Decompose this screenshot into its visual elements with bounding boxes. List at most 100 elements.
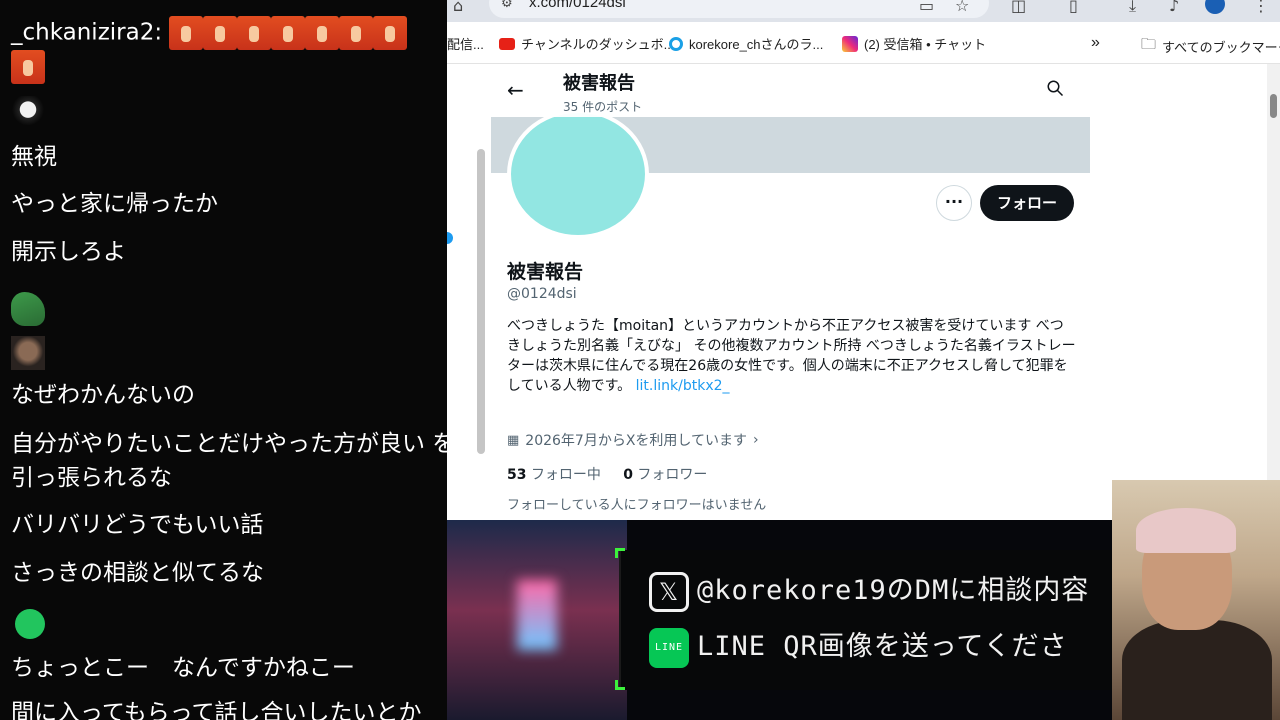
promo-text: @korekore19のDMに相談内容 <box>697 575 1090 606</box>
calendar-icon: ▦ <box>507 432 520 448</box>
bookmark-label: korekore_chさんのラ... <box>689 37 824 52</box>
back-arrow-icon[interactable]: ← <box>507 78 524 102</box>
chat-message: バリバリどうでもいい話 <box>11 512 264 538</box>
following-count: 53 <box>507 467 527 483</box>
bookmark-item[interactable]: 🗀 すべてのブックマーク <box>1141 34 1280 59</box>
avatar[interactable] <box>507 109 649 239</box>
streamer-body <box>1122 620 1272 720</box>
promo-line-line: LINE LINE QR画像を送ってくださ <box>649 624 1068 668</box>
chat-message: ちょっとこー なんですかねこー <box>11 655 355 681</box>
profile-handle: @0124dsi <box>507 286 577 302</box>
bio-text: べつきしょうた【moitan】というアカウントから不正アクセス被害を受けています… <box>507 318 1076 394</box>
chat-message: やっと家に帰ったか <box>11 191 218 217</box>
x-logo-icon: 𝕏 <box>649 571 689 612</box>
face-emote-icon <box>11 336 45 370</box>
header-profile-name: 被害報告 <box>563 73 635 94</box>
media-icon[interactable]: ♪ <box>1169 0 1179 15</box>
promo-text: LINE QR画像を送ってくださ <box>697 631 1068 662</box>
no-mutual-followers-note: フォローしている人にフォロワーはいません <box>507 498 767 513</box>
followers-label: フォロワー <box>637 467 708 483</box>
site-info-icon[interactable]: ⚙ <box>501 0 513 11</box>
bookmark-label: (2) 受信箱 • チャット <box>864 37 987 52</box>
chat-username: _chkanizira2: <box>11 19 163 46</box>
bookmark-label: すべてのブックマーク <box>1162 40 1280 55</box>
menu-kebab-icon[interactable]: ⋮ <box>1253 0 1269 15</box>
followers-link[interactable]: 0 フォロワー <box>623 467 707 483</box>
bookmarks-overflow[interactable]: » <box>1091 34 1100 52</box>
more-options-button[interactable]: ··· <box>936 185 972 221</box>
webcam-feed <box>1112 480 1280 720</box>
bookmark-star-icon[interactable]: ☆ <box>955 0 969 15</box>
search-icon[interactable] <box>1046 79 1064 97</box>
install-app-icon[interactable]: ▭ <box>919 0 934 15</box>
chat-emote-row <box>11 292 45 326</box>
bookmark-label: チャンネルのダッシュボ... <box>521 37 675 52</box>
line-app-icon: LINE <box>649 627 689 668</box>
chat-message: さっきの相談と似てるな <box>11 560 264 586</box>
chat-message: 無視 <box>11 144 57 170</box>
emote-icon <box>271 16 306 50</box>
follow-counts: 53 フォロー中 0 フォロワー <box>507 464 707 484</box>
city-night-background <box>447 520 627 720</box>
chat-emote-row <box>11 50 45 84</box>
emote-icon <box>169 16 204 50</box>
profile-name: 被害報告 <box>507 261 584 283</box>
frog-emote-icon <box>11 292 45 326</box>
promo-line-x: 𝕏 @korekore19のDMに相談内容 <box>649 568 1089 612</box>
header-post-count: 35 件のポスト <box>563 100 643 114</box>
emote-icon <box>203 16 238 50</box>
emote-icon <box>305 16 340 50</box>
emote-icon <box>373 16 408 50</box>
scrollbar-thumb[interactable] <box>1270 94 1277 118</box>
emote-icon <box>237 16 272 50</box>
chat-emote-row <box>11 336 45 370</box>
stream-overlay-banner: 𝕏 @korekore19のDMに相談内容 LINE LINE QR画像を送ってくだ… <box>447 520 1112 720</box>
profile-page: ← 被害報告 35 件のポスト ··· フォロー 被害報告 @0124dsi べ… <box>491 64 1090 520</box>
page-scrollbar[interactable] <box>1267 64 1280 520</box>
trash-icon[interactable]: ▯ <box>1069 0 1078 15</box>
profile-header-bar: ← 被害報告 35 件のポスト <box>491 64 1090 117</box>
download-icon[interactable]: ⤓ <box>1129 0 1136 16</box>
chat-panel: _chkanizira2: 無視 やっと家に帰ったか 開示しろよ なぜわかんない… <box>0 0 447 720</box>
chat-message: なぜわかんないの <box>11 382 195 408</box>
emote-icon <box>339 16 374 50</box>
join-date[interactable]: ▦ 2026年7月からXを利用しています › <box>507 430 759 450</box>
chat-message: 開示しろよ <box>11 239 126 265</box>
browser-window: ⌂ ⚙ x.com/0124dsi ▭ ☆ ◫ ▯ ⤓ ♪ ⋮ 配信... チャ… <box>447 0 1280 520</box>
profile-avatar-icon[interactable] <box>1205 0 1225 14</box>
youtube-icon <box>499 37 515 50</box>
chat-message-emotes: _chkanizira2: <box>11 16 408 50</box>
following-link[interactable]: 53 フォロー中 <box>507 467 601 483</box>
chat-emote-row <box>11 608 45 639</box>
smile-emote-icon <box>15 608 45 639</box>
toolbar: ⌂ ⚙ x.com/0124dsi ▭ ☆ ◫ ▯ ⤓ ♪ ⋮ <box>447 0 1280 22</box>
bookmark-item[interactable]: 配信... <box>447 34 484 53</box>
bookmark-item[interactable]: korekore_chさんのラ... <box>669 34 823 53</box>
x-nav-rail <box>447 64 491 520</box>
contact-info-box: 𝕏 @korekore19のDMに相談内容 LINE LINE QR画像を送ってくだ… <box>615 548 1112 690</box>
join-date-text: 2026年7月からXを利用しています <box>525 433 748 449</box>
bookmark-item[interactable]: (2) 受信箱 • チャット <box>842 34 986 53</box>
bookmarks-bar: 配信... チャンネルのダッシュボ... korekore_chさんのラ... … <box>447 22 1280 64</box>
chat-message: 間に入ってもらって話し合いしたいとか <box>11 700 422 720</box>
bookmark-item[interactable]: チャンネルのダッシュボ... <box>499 34 674 53</box>
emote-icon <box>11 50 45 84</box>
bio-link[interactable]: lit.link/btkx2_ <box>636 378 730 394</box>
character-emote-icon <box>11 96 45 130</box>
follow-button[interactable]: フォロー <box>980 185 1074 221</box>
instagram-icon <box>842 35 858 52</box>
bookmark-label: 配信... <box>447 37 484 52</box>
followers-count: 0 <box>623 467 633 483</box>
profile-bio: べつきしょうた【moitan】というアカウントから不正アクセス被害を受けています… <box>507 316 1077 396</box>
following-label: フォロー中 <box>530 467 601 483</box>
home-icon[interactable]: ⌂ <box>453 0 463 15</box>
nav-scrollbar[interactable] <box>477 149 485 454</box>
chevron-right-icon: › <box>753 432 759 448</box>
streamer-cap <box>1136 508 1236 553</box>
extensions-icon[interactable]: ◫ <box>1011 0 1026 15</box>
url-text[interactable]: x.com/0124dsi <box>529 0 626 11</box>
twitcasting-icon <box>669 36 683 51</box>
notification-dot-icon <box>447 232 453 244</box>
chat-message: 自分がやりたいことだけやった方が良い を引っ張られるな <box>11 431 447 491</box>
frame-corner <box>615 548 625 558</box>
